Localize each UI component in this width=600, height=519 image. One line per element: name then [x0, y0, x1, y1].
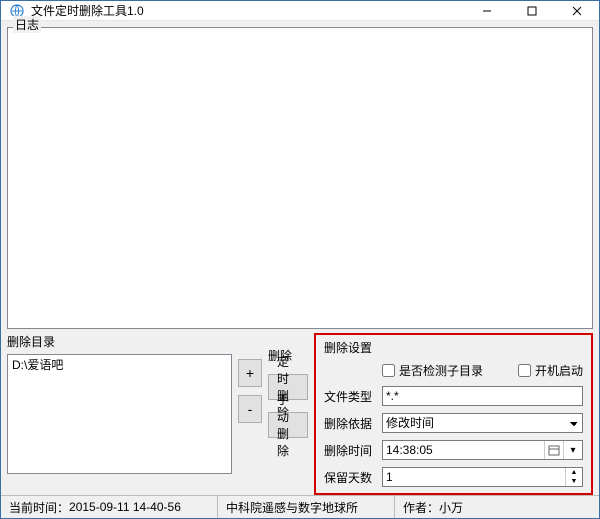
status-author: 作者： 小万	[395, 496, 471, 518]
settings-row-basis: 删除依据 修改时间	[324, 413, 583, 433]
autostart-input[interactable]	[518, 364, 531, 377]
autostart-label: 开机启动	[535, 362, 583, 379]
check-subdir-label: 是否检测子目录	[399, 362, 483, 379]
settings-group: 删除设置 是否检测子目录 开机启动 文件类型	[314, 333, 593, 495]
settings-title: 删除设置	[324, 339, 583, 356]
window-controls	[464, 1, 599, 20]
content-area: 日志 删除目录 D:\爱语吧 + - 删除 定时删除 手动删除 删除设置	[1, 21, 599, 518]
title-bar: 文件定时删除工具1.0	[1, 1, 599, 21]
basis-label: 删除依据	[324, 415, 376, 432]
dirs-label: 删除目录	[7, 333, 232, 350]
keep-days-stepper[interactable]: ▲ ▼	[382, 467, 583, 487]
minimize-button[interactable]	[464, 1, 509, 20]
settings-row-keep: 保留天数 ▲ ▼	[324, 467, 583, 487]
keep-label: 保留天数	[324, 469, 376, 486]
spin-up-button[interactable]: ▲	[566, 468, 582, 477]
basis-select[interactable]: 修改时间	[382, 413, 583, 433]
add-remove-col: + -	[238, 333, 262, 495]
chevron-down-icon[interactable]: ▾	[563, 441, 582, 459]
maximize-button[interactable]	[509, 1, 554, 20]
app-window: 文件定时删除工具1.0 日志 删除目录 D:\爱语吧 + - 删除	[0, 0, 600, 519]
file-type-input[interactable]	[382, 386, 583, 406]
log-textarea[interactable]	[7, 27, 593, 329]
status-org: 中科院遥感与数字地球所	[218, 496, 395, 518]
list-item[interactable]: D:\爱语吧	[8, 355, 231, 374]
spinner-buttons: ▲ ▼	[565, 468, 582, 486]
mid-row: 删除目录 D:\爱语吧 + - 删除 定时删除 手动删除 删除设置	[7, 333, 593, 495]
time-picker[interactable]: ▾	[382, 440, 583, 460]
check-subdir-checkbox[interactable]: 是否检测子目录	[382, 362, 483, 379]
manual-delete-button[interactable]: 手动删除	[268, 412, 308, 438]
time-label: 删除时间	[324, 442, 376, 459]
delete-group: 删除 定时删除 手动删除	[268, 333, 308, 495]
status-time-label: 当前时间：	[9, 499, 69, 516]
status-time: 当前时间： 2015-09-11 14-40-56	[1, 496, 218, 518]
file-type-label: 文件类型	[324, 388, 376, 405]
keep-days-input[interactable]	[383, 468, 565, 486]
status-author-label: 作者：	[403, 499, 439, 516]
autostart-checkbox[interactable]: 开机启动	[518, 362, 583, 379]
settings-row-time: 删除时间 ▾	[324, 440, 583, 460]
dirs-list[interactable]: D:\爱语吧	[7, 354, 232, 474]
calendar-icon[interactable]	[544, 441, 563, 459]
spin-down-button[interactable]: ▼	[566, 477, 582, 486]
time-input[interactable]	[383, 441, 544, 459]
add-dir-button[interactable]: +	[238, 359, 262, 387]
close-button[interactable]	[554, 1, 599, 20]
check-subdir-input[interactable]	[382, 364, 395, 377]
settings-row-checks: 是否检测子目录 开机启动	[324, 362, 583, 379]
status-author-value: 小万	[439, 499, 463, 516]
status-time-value: 2015-09-11 14-40-56	[69, 500, 181, 514]
log-label: 日志	[13, 16, 41, 33]
window-title: 文件定时删除工具1.0	[31, 2, 464, 19]
dirs-group: 删除目录 D:\爱语吧	[7, 333, 232, 495]
status-bar: 当前时间： 2015-09-11 14-40-56 中科院遥感与数字地球所 作者…	[1, 495, 599, 518]
log-group: 日志	[7, 23, 593, 329]
remove-dir-button[interactable]: -	[238, 395, 262, 423]
settings-row-filetype: 文件类型	[324, 386, 583, 406]
